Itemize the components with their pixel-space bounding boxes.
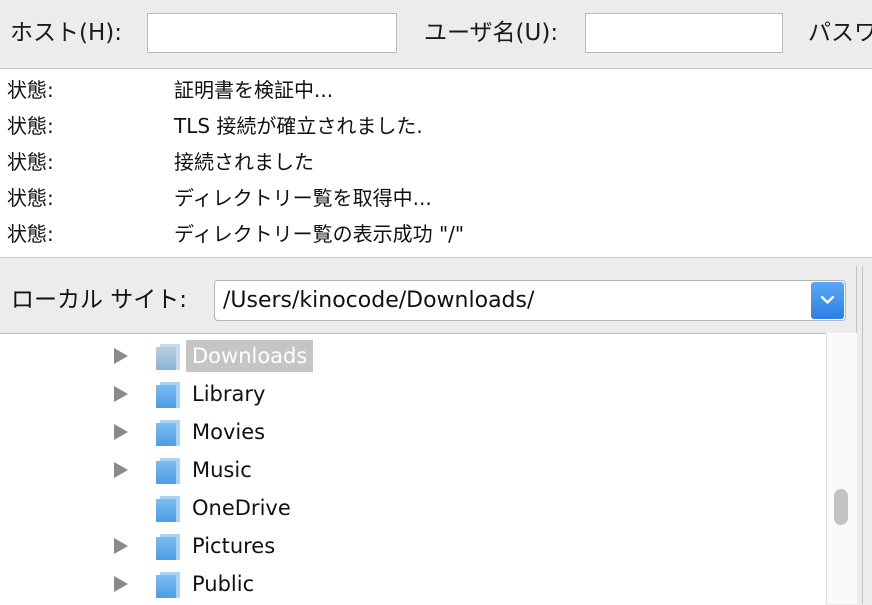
- log-row: 状態: ディレクトリー覧の表示成功 "/": [0, 216, 872, 252]
- remote-site-pane-edge: [862, 266, 872, 604]
- tree-item-pictures[interactable]: Pictures: [0, 527, 826, 565]
- log-type: 状態:: [7, 114, 54, 138]
- tree-item-movies[interactable]: Movies: [0, 413, 826, 451]
- log-row: 状態: TLS 接続が確立されました.: [0, 108, 872, 144]
- local-site-label: ローカル サイト:: [11, 287, 188, 313]
- log-message: 証明書を検証中...: [174, 78, 334, 102]
- tree-item-library[interactable]: Library: [0, 375, 826, 413]
- local-directory-tree[interactable]: Downloads Library Movies Music OneDrive …: [0, 333, 826, 605]
- quickconnect-bar: ホスト(H): ユーザ名(U): パスワ: [0, 0, 872, 69]
- expand-triangle-icon[interactable]: [114, 576, 128, 592]
- tree-item-label[interactable]: Movies: [192, 416, 265, 448]
- log-type: 状態:: [7, 222, 54, 246]
- local-path-combobox[interactable]: /Users/kinocode/Downloads/: [214, 280, 846, 321]
- folder-icon: [156, 572, 180, 598]
- folder-icon: [156, 344, 180, 370]
- log-type: 状態:: [7, 186, 54, 210]
- folder-icon: [156, 420, 180, 446]
- log-type: 状態:: [7, 150, 54, 174]
- tree-item-music[interactable]: Music: [0, 451, 826, 489]
- log-row: 状態: 接続されました: [0, 144, 872, 180]
- path-dropdown-button[interactable]: [811, 282, 844, 319]
- log-type: 状態:: [7, 78, 54, 102]
- scrollbar-thumb[interactable]: [834, 489, 848, 525]
- password-label: パスワ: [808, 20, 872, 46]
- expand-triangle-icon[interactable]: [114, 386, 128, 402]
- log-message: ディレクトリー覧の表示成功 "/": [174, 222, 465, 246]
- log-message: ディレクトリー覧を取得中...: [174, 186, 432, 210]
- tree-item-label[interactable]: Music: [192, 454, 252, 486]
- host-label: ホスト(H):: [10, 20, 122, 46]
- folder-icon: [156, 458, 180, 484]
- log-row: 状態: 証明書を検証中...: [0, 72, 872, 108]
- local-path-text[interactable]: /Users/kinocode/Downloads/: [223, 285, 534, 317]
- folder-icon: [156, 496, 180, 522]
- expand-triangle-icon[interactable]: [114, 462, 128, 478]
- folder-icon: [156, 534, 180, 560]
- tree-item-public[interactable]: Public: [0, 565, 826, 603]
- tree-item-downloads[interactable]: Downloads: [0, 337, 826, 375]
- expand-triangle-icon[interactable]: [114, 348, 128, 364]
- tree-item-onedrive[interactable]: OneDrive: [0, 489, 826, 527]
- tree-item-label[interactable]: Public: [192, 568, 254, 600]
- tree-item-label[interactable]: Pictures: [192, 530, 275, 562]
- expand-triangle-icon[interactable]: [114, 424, 128, 440]
- log-message: 接続されました: [174, 150, 314, 174]
- username-input[interactable]: [585, 13, 783, 53]
- username-label: ユーザ名(U):: [424, 20, 559, 46]
- expand-triangle-icon[interactable]: [114, 538, 128, 554]
- log-row: 状態: ディレクトリー覧を取得中...: [0, 180, 872, 216]
- tree-scrollbar[interactable]: [826, 333, 857, 604]
- message-log[interactable]: 状態: 証明書を検証中... 状態: TLS 接続が確立されました. 状態: 接…: [0, 69, 872, 258]
- chevron-down-icon: [820, 295, 835, 304]
- tree-item-label[interactable]: Downloads: [186, 340, 314, 372]
- tree-item-label[interactable]: OneDrive: [192, 492, 291, 524]
- log-message: TLS 接続が確立されました.: [174, 114, 423, 138]
- folder-icon: [156, 382, 180, 408]
- host-input[interactable]: [147, 13, 397, 53]
- tree-item-label[interactable]: Library: [192, 378, 265, 410]
